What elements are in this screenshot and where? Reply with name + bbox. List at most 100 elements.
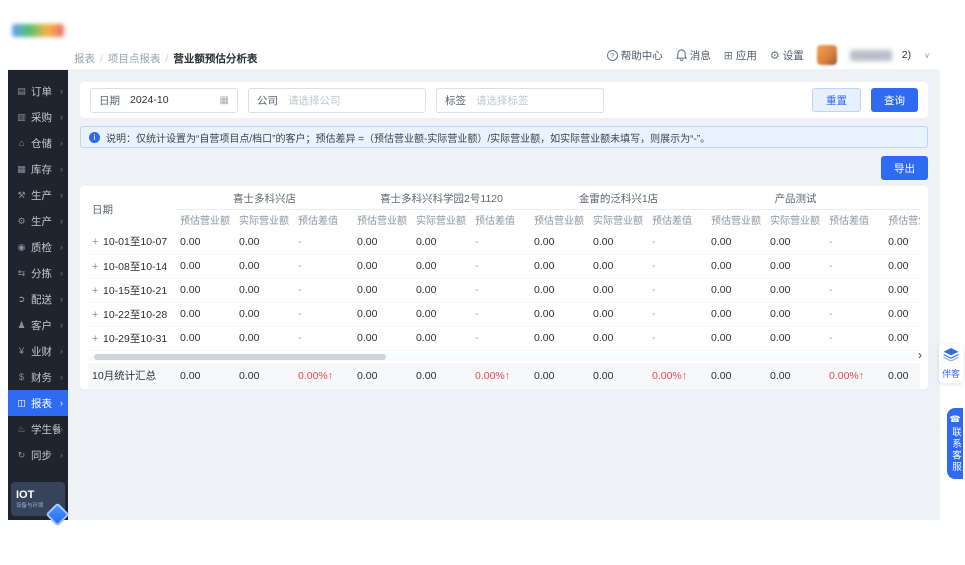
column-group-header-2: 金雷的泛科兴1店	[530, 188, 708, 210]
summary-value: 0.00	[530, 362, 589, 389]
sidebar-item-finance[interactable]: $ 财务 ›	[8, 364, 68, 390]
inventory-icon: ▦	[17, 163, 26, 174]
sidebar-item-warehouse[interactable]: ⌂ 仓储 ›	[8, 130, 68, 156]
cell-value: 0.00	[412, 278, 472, 303]
table-scroll-area[interactable]: 日期 喜士多科兴店 喜士多科兴科学园2号1120 金雷的泛科兴1店 产品测试 预估营业额…	[88, 188, 920, 351]
cell-value: 0.00	[530, 326, 590, 351]
chevron-right-icon: ›	[60, 242, 63, 252]
cell-value: 0.00	[589, 230, 649, 255]
expand-row-icon[interactable]: +	[92, 285, 103, 297]
iot-subtitle: 设备与环境	[16, 503, 44, 510]
sidebar-item-biz-finance[interactable]: ¥ 业财 ›	[8, 338, 68, 364]
cell-value: 0.00	[412, 302, 472, 327]
cell-value: -	[825, 302, 885, 327]
cell-value: 0.00	[766, 278, 826, 303]
bell-icon	[675, 49, 687, 61]
cell-value: 0.00	[530, 302, 590, 327]
scroll-right-icon[interactable]: ›	[918, 348, 922, 362]
sidebar-item-production-2[interactable]: ⚙ 生产 ›	[8, 208, 68, 234]
breadcrumb-separator: /	[165, 52, 169, 65]
chevron-right-icon: ›	[60, 164, 63, 174]
sidebar-item-inventory[interactable]: ▦ 库存 ›	[8, 156, 68, 182]
cell-value: -	[648, 230, 708, 255]
cell-value: 0.00	[176, 302, 235, 327]
machine-icon: ⚙	[17, 215, 26, 226]
cell-value: -	[471, 254, 531, 279]
export-button[interactable]: 导出	[881, 156, 928, 180]
date-filter[interactable]: 日期 2024-10 ▦	[90, 87, 238, 113]
messages-button[interactable]: 消息	[675, 48, 711, 63]
breadcrumb-current: 营业额预估分析表	[173, 53, 258, 65]
column-subheader: 预估营业额	[180, 216, 230, 228]
chevron-down-icon[interactable]: ∨	[924, 51, 930, 60]
breadcrumb-item-reports[interactable]: 报表	[74, 51, 95, 66]
sidebar-item-reports[interactable]: ◫ 报表 ›	[8, 390, 68, 416]
cell-value: 0.00	[412, 254, 472, 279]
cell-value: 0.00	[235, 326, 294, 351]
chevron-right-icon: ›	[60, 268, 63, 278]
sidebar-item-label: 订单	[31, 85, 52, 98]
orders-icon: ▤	[17, 85, 26, 96]
sidebar-item-purchase[interactable]: ▥ 采购 ›	[8, 104, 68, 130]
iot-brand-text: IOT 设备与环境	[16, 489, 44, 509]
search-button[interactable]: 查询	[871, 88, 918, 112]
finance-icon: $	[18, 372, 24, 382]
production-icon: ⚒	[17, 189, 26, 200]
biz-finance-icon: ¥	[18, 346, 24, 356]
banke-widget[interactable]: 伴客	[939, 344, 963, 383]
sidebar-item-production-1[interactable]: ⚒ 生产 ›	[8, 182, 68, 208]
sidebar-item-customers[interactable]: ♟ 客户 ›	[8, 312, 68, 338]
row-date: +10-22至10-28	[88, 302, 176, 327]
summary-table: 10月统计汇总 0.00 0.00 0.00%↑ 0.00 0.00 0.00%↑ 0.00 0…	[88, 362, 920, 389]
cell-value: -	[825, 326, 885, 351]
contact-support-button[interactable]: ☎ 联系客服	[947, 408, 963, 479]
cell-value: 0.00	[707, 326, 767, 351]
company-filter-label: 公司	[257, 94, 278, 107]
summary-value: 0.00	[707, 362, 766, 389]
chevron-right-icon: ›	[60, 346, 63, 356]
sidebar-item-label: 分拣	[31, 267, 52, 280]
help-center-button[interactable]: ? 帮助中心	[606, 48, 663, 63]
sidebar-item-delivery[interactable]: ➲ 配送 ›	[8, 286, 68, 312]
cell-value: 0.00	[235, 302, 294, 327]
apps-button[interactable]: ⊞ 应用	[724, 48, 757, 63]
breadcrumb-separator: /	[100, 52, 103, 65]
table-row: +10-22至10-28 0.00 0.00-0.00 0.00-0.00 0.00-0…	[88, 302, 920, 327]
summary-value: 0.00	[884, 362, 920, 389]
scrollbar-thumb[interactable]	[94, 353, 386, 360]
summary-value: 0.00%↑	[294, 362, 353, 389]
cell-value: 0.00	[884, 230, 920, 255]
chevron-right-icon: ›	[60, 398, 63, 408]
cell-value: 0.00	[766, 254, 826, 279]
app-window: 报表 / 项目点报表 / 营业额预估分析表 ? 帮助中心 消息 ⊞ 应用 ⚙ 设…	[8, 0, 940, 527]
expand-row-icon[interactable]: +	[92, 261, 103, 273]
cell-value: 0.00	[353, 278, 413, 303]
chevron-right-icon: ›	[60, 216, 63, 226]
sidebar-item-quality[interactable]: ◉ 质检 ›	[8, 234, 68, 260]
tag-filter[interactable]: 标签 请选择标签	[436, 87, 604, 113]
sidebar-item-sync[interactable]: ↻ 同步 ›	[8, 442, 68, 468]
expand-row-icon[interactable]: +	[92, 309, 103, 321]
sidebar-item-sorting[interactable]: ⇆ 分拣 ›	[8, 260, 68, 286]
student-meal-icon: ♨	[17, 423, 26, 434]
chevron-right-icon: ›	[60, 112, 63, 122]
cell-value: 0.00	[707, 302, 767, 327]
sidebar-item-orders[interactable]: ▤ 订单 ›	[8, 78, 68, 104]
table-row: +10-01至10-07 0.00 0.00-0.00 0.00-0.00 0.00-0…	[88, 230, 920, 255]
breadcrumb-item-site-reports[interactable]: 项目点报表	[108, 51, 161, 66]
cell-value: -	[471, 278, 531, 303]
summary-value: 0.00%↑	[825, 362, 884, 389]
avatar[interactable]	[816, 45, 837, 65]
cell-value: -	[294, 302, 354, 327]
sidebar-item-student-meal[interactable]: ♨ 学生餐 ›	[8, 416, 68, 442]
settings-button[interactable]: ⚙ 设置	[770, 48, 804, 63]
cell-value: 0.00	[589, 278, 649, 303]
expand-row-icon[interactable]: +	[92, 236, 103, 248]
cell-value: 0.00	[766, 230, 826, 255]
horizontal-scrollbar[interactable]: ›	[88, 348, 922, 362]
row-date: +10-29至10-31	[88, 326, 176, 351]
cell-value: 0.00	[353, 326, 413, 351]
expand-row-icon[interactable]: +	[92, 333, 103, 345]
reset-button[interactable]: 重置	[812, 88, 861, 112]
company-filter[interactable]: 公司 请选择公司	[248, 87, 426, 113]
